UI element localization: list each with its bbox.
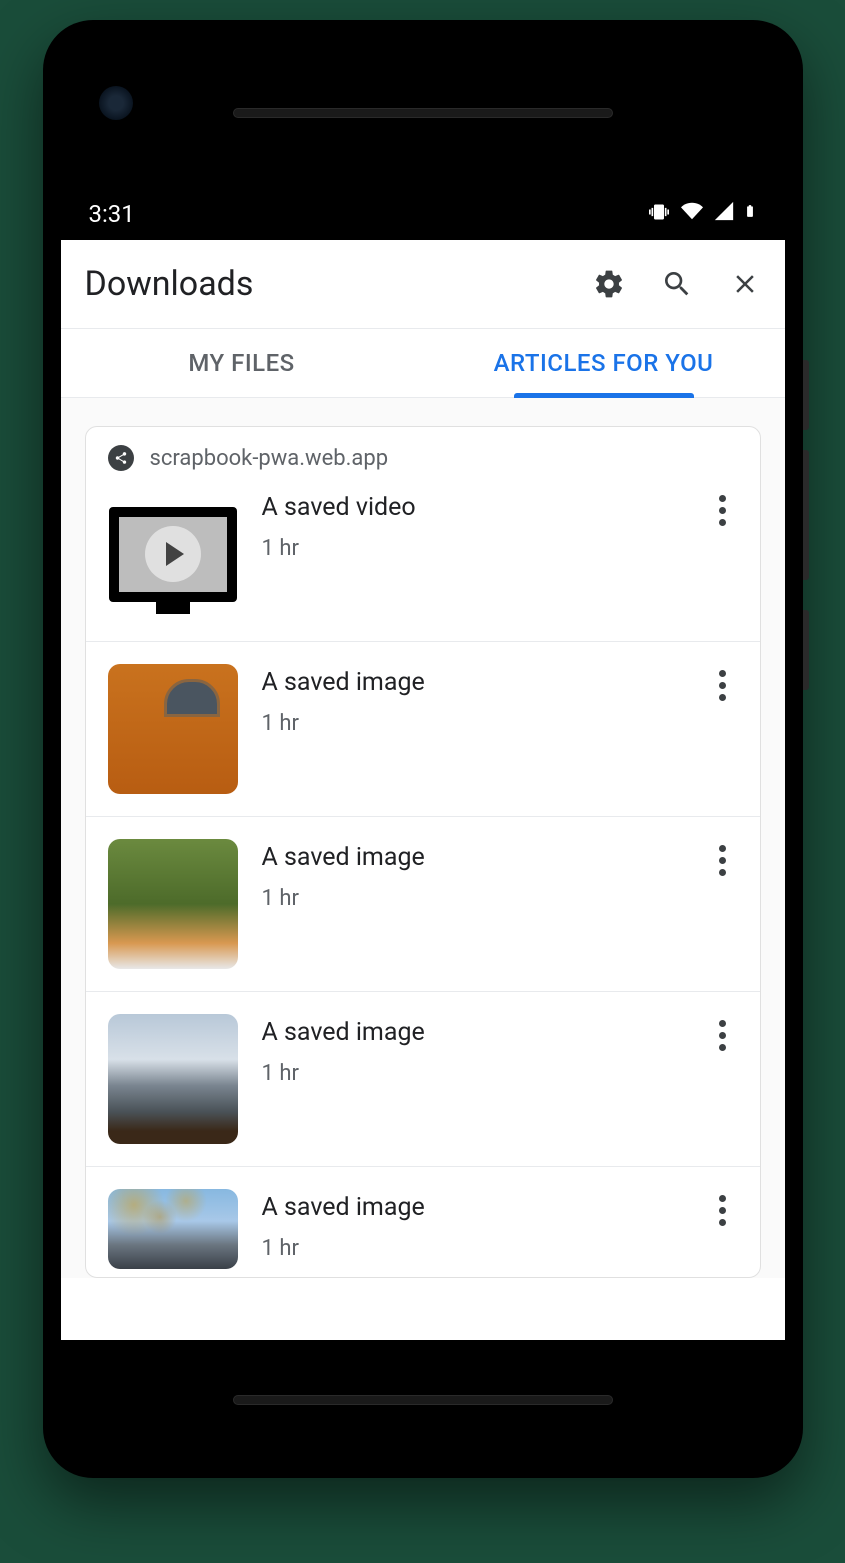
wifi-icon — [679, 200, 705, 228]
source-card: scrapbook-pwa.web.app A saved video 1 hr — [85, 426, 761, 1278]
item-time: 1 hr — [262, 536, 684, 561]
thumbnail-image — [108, 664, 238, 794]
search-button[interactable] — [661, 268, 693, 300]
item-time: 1 hr — [262, 1061, 684, 1086]
app-bar: Downloads — [61, 240, 785, 328]
thumbnail-image — [108, 1189, 238, 1269]
settings-button[interactable] — [593, 268, 625, 300]
item-time: 1 hr — [262, 711, 684, 736]
item-overflow-menu[interactable] — [708, 664, 738, 701]
list-item[interactable]: A saved image 1 hr — [86, 817, 760, 992]
play-icon — [145, 526, 201, 582]
item-title: A saved image — [262, 1193, 684, 1222]
share-icon — [108, 445, 134, 471]
phone-frame: 3:31 Downloads — [43, 20, 803, 1478]
list-item[interactable]: A saved image 1 hr — [86, 1167, 760, 1277]
status-icons — [647, 199, 757, 229]
vibrate-icon — [647, 200, 671, 228]
list-item[interactable]: A saved image 1 hr — [86, 642, 760, 817]
more-vert-icon — [719, 1195, 726, 1202]
thumbnail-image — [108, 1014, 238, 1144]
item-title: A saved image — [262, 1018, 684, 1047]
card-header: scrapbook-pwa.web.app — [86, 427, 760, 471]
item-title: A saved video — [262, 493, 684, 522]
page-title: Downloads — [85, 264, 254, 304]
tab-my-files[interactable]: MY FILES — [61, 329, 423, 397]
list-item[interactable]: A saved video 1 hr — [86, 471, 760, 642]
more-vert-icon — [719, 495, 726, 502]
item-time: 1 hr — [262, 1236, 684, 1261]
status-bar: 3:31 — [61, 188, 785, 240]
tab-bar: MY FILES ARTICLES FOR YOU — [61, 328, 785, 398]
item-title: A saved image — [262, 843, 684, 872]
more-vert-icon — [719, 1020, 726, 1027]
battery-icon — [743, 199, 757, 229]
phone-side-button — [803, 450, 809, 580]
item-overflow-menu[interactable] — [708, 489, 738, 526]
item-overflow-menu[interactable] — [708, 839, 738, 876]
phone-bezel-bottom — [61, 1340, 785, 1460]
more-vert-icon — [719, 845, 726, 852]
item-overflow-menu[interactable] — [708, 1189, 738, 1226]
thumbnail-video — [108, 489, 238, 619]
cellular-icon — [713, 200, 735, 228]
phone-side-button — [803, 360, 809, 430]
gear-icon — [593, 268, 625, 300]
card-source: scrapbook-pwa.web.app — [150, 446, 389, 471]
item-title: A saved image — [262, 668, 684, 697]
phone-side-button — [803, 610, 809, 690]
tab-articles-for-you[interactable]: ARTICLES FOR YOU — [423, 329, 785, 397]
status-time: 3:31 — [89, 200, 135, 228]
search-icon — [661, 268, 693, 300]
close-icon — [730, 269, 760, 299]
thumbnail-image — [108, 839, 238, 969]
list-item[interactable]: A saved image 1 hr — [86, 992, 760, 1167]
item-time: 1 hr — [262, 886, 684, 911]
phone-bezel-top — [61, 38, 785, 188]
more-vert-icon — [719, 670, 726, 677]
speaker-grille — [233, 1395, 613, 1405]
camera-lens — [99, 86, 133, 120]
content-area: scrapbook-pwa.web.app A saved video 1 hr — [61, 398, 785, 1278]
speaker-grille — [233, 108, 613, 118]
close-button[interactable] — [729, 268, 761, 300]
item-overflow-menu[interactable] — [708, 1014, 738, 1051]
